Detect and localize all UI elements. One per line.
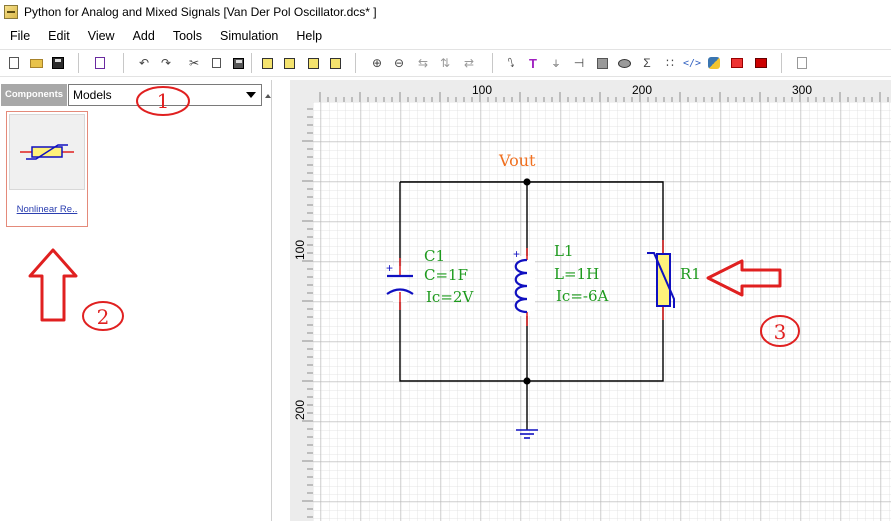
code-icon[interactable]: </> xyxy=(683,54,701,72)
mirror-icon[interactable]: ⇄ xyxy=(460,54,478,72)
resistor-name: R1 xyxy=(680,265,701,283)
inductor-ic: Ic=-6A xyxy=(556,287,609,305)
annotation-2: 2 xyxy=(28,248,124,331)
menu-edit[interactable]: Edit xyxy=(39,24,79,48)
annotation-up-arrow xyxy=(28,248,78,322)
probe-icon[interactable]: ⊣ xyxy=(570,54,588,72)
flip-vertical-icon[interactable]: ⇅ xyxy=(436,54,454,72)
ruler-top-label: 300 xyxy=(792,83,812,97)
toolbar-separator xyxy=(123,53,124,73)
ground-icon[interactable]: ⏚ xyxy=(547,54,565,72)
toolbar-separator xyxy=(492,53,493,73)
toolbar-separator xyxy=(251,53,252,73)
bring-forward-icon[interactable] xyxy=(304,54,322,72)
annotation-number: 2 xyxy=(97,305,110,329)
component-thumbnail xyxy=(9,114,85,190)
library-dropdown-value: Models xyxy=(73,88,112,102)
menu-view[interactable]: View xyxy=(79,24,124,48)
polarity-plus-icon: + xyxy=(386,261,393,275)
new-file-icon[interactable] xyxy=(5,54,23,72)
window-title: Python for Analog and Mixed Signals [Van… xyxy=(24,5,377,19)
capacitor-name: C1 xyxy=(424,247,445,265)
capacitor-ic: Ic=2V xyxy=(426,288,474,306)
chevron-down-icon xyxy=(246,92,256,98)
toolbar: ↶ ↷ ✂ ⊕ ⊖ ⇆ ⇅ ⇄ ⭛ T ⏚ ⊣ Σ ∷ </> xyxy=(0,49,891,77)
ruler-left-label: 100 xyxy=(293,240,307,260)
add-part-icon[interactable] xyxy=(91,54,109,72)
flip-horizontal-icon[interactable]: ⇆ xyxy=(414,54,432,72)
text-icon[interactable]: T xyxy=(524,54,542,72)
nodes-icon[interactable]: ∷ xyxy=(661,54,679,72)
title-bar: Python for Analog and Mixed Signals [Van… xyxy=(0,0,891,24)
annotation-number: 3 xyxy=(774,320,787,344)
save-icon[interactable] xyxy=(49,54,67,72)
rectangle-icon[interactable] xyxy=(593,54,611,72)
pointer-icon[interactable]: ⭛ xyxy=(502,54,520,72)
net-label-vout[interactable]: Vout xyxy=(498,151,536,170)
ellipse-icon[interactable] xyxy=(615,54,633,72)
polarity-plus-icon: + xyxy=(513,247,520,261)
components-panel: Components Models Nonlinear Re.. 1 2 xyxy=(0,80,272,521)
paste-icon[interactable] xyxy=(229,54,247,72)
app-icon xyxy=(4,5,18,19)
component-tile-nonlinear-resistor[interactable]: Nonlinear Re.. xyxy=(6,111,88,227)
ruler-top-label: 100 xyxy=(472,83,492,97)
scroll-up-icon[interactable] xyxy=(265,94,271,98)
nonlinear-resistor-icon xyxy=(20,144,74,160)
capacitor-value: C=1F xyxy=(424,266,468,284)
resistor-body xyxy=(656,253,671,307)
components-header: Components xyxy=(1,84,67,106)
cut-icon[interactable]: ✂ xyxy=(185,54,203,72)
sigma-icon[interactable]: Σ xyxy=(638,54,656,72)
menu-tools[interactable]: Tools xyxy=(164,24,211,48)
open-folder-icon[interactable] xyxy=(27,54,45,72)
menu-file[interactable]: File xyxy=(0,24,39,48)
component-label[interactable]: Nonlinear Re.. xyxy=(7,204,87,215)
copy-icon[interactable] xyxy=(207,54,225,72)
stop-icon[interactable] xyxy=(752,54,770,72)
python-icon[interactable] xyxy=(705,54,723,72)
toolbar-separator xyxy=(78,53,79,73)
generate-icon[interactable] xyxy=(793,54,811,72)
inductor-name: L1 xyxy=(554,242,574,260)
toolbar-separator xyxy=(355,53,356,73)
schematic-svg[interactable]: 100 200 300 100 200 Vout + C1 C=1F Ic=2V xyxy=(290,80,891,521)
send-backward-icon[interactable] xyxy=(326,54,344,72)
menu-simulation[interactable]: Simulation xyxy=(211,24,287,48)
toolbar-separator xyxy=(781,53,782,73)
schematic-canvas[interactable]: 100 200 300 100 200 Vout + C1 C=1F Ic=2V xyxy=(290,80,891,521)
annotation-number: 1 xyxy=(157,89,170,113)
ruler-left xyxy=(290,80,313,521)
inductor-value: L=1H xyxy=(554,265,599,283)
redo-icon[interactable]: ↷ xyxy=(157,54,175,72)
menu-help[interactable]: Help xyxy=(287,24,331,48)
bring-front-icon[interactable] xyxy=(258,54,276,72)
zoom-out-icon[interactable]: ⊖ xyxy=(390,54,408,72)
annotation-1: 1 xyxy=(136,86,190,116)
run-icon[interactable] xyxy=(728,54,746,72)
ruler-left-label: 200 xyxy=(293,400,307,420)
undo-icon[interactable]: ↶ xyxy=(135,54,153,72)
zoom-in-icon[interactable]: ⊕ xyxy=(368,54,386,72)
junction-dot xyxy=(523,178,531,186)
ruler-top-label: 200 xyxy=(632,83,652,97)
send-back-icon[interactable] xyxy=(280,54,298,72)
menu-bar: File Edit View Add Tools Simulation Help xyxy=(0,24,891,48)
junction-dot xyxy=(523,377,531,385)
menu-add[interactable]: Add xyxy=(124,24,164,48)
